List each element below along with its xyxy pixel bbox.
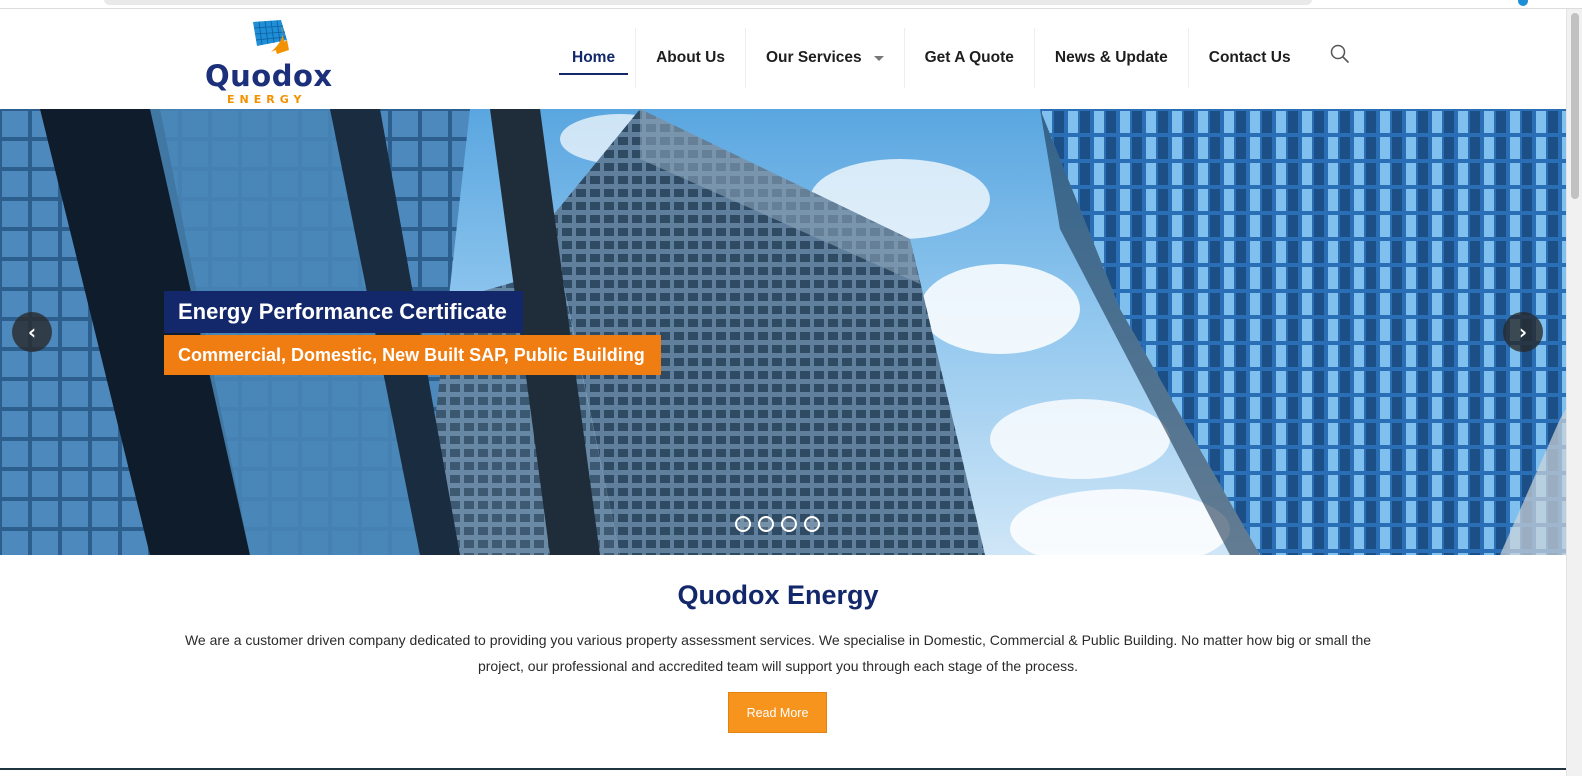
caret-down-icon bbox=[873, 55, 884, 61]
site-logo[interactable]: Quodox ENERGY bbox=[205, 18, 345, 106]
site-header: Quodox ENERGY Home About Us Our Services… bbox=[0, 10, 1566, 109]
slider-pagination bbox=[735, 516, 820, 532]
nav-item-label: Our Services bbox=[765, 49, 862, 66]
chevron-right-icon: › bbox=[1518, 320, 1528, 344]
read-more-button[interactable]: Read More bbox=[728, 692, 827, 733]
scrollbar-thumb[interactable] bbox=[1571, 13, 1579, 199]
solar-panel-logo-icon bbox=[253, 20, 289, 54]
nav-item-contact-us[interactable]: Contact Us bbox=[1189, 28, 1311, 88]
nav-item-home[interactable]: Home bbox=[552, 28, 637, 88]
hero-subtitle: Commercial, Domestic, New Built SAP, Pub… bbox=[164, 335, 661, 375]
nav-item-label: About Us bbox=[656, 49, 725, 66]
intro-text: We are a customer driven company dedicat… bbox=[184, 632, 1372, 674]
logo-tagline: ENERGY bbox=[227, 93, 307, 106]
profile-icon[interactable] bbox=[1518, 0, 1528, 6]
hero-title: Energy Performance Certificate bbox=[164, 291, 523, 333]
slider-dot-1[interactable] bbox=[735, 516, 751, 532]
slider-dot-3[interactable] bbox=[781, 516, 797, 532]
address-bar[interactable] bbox=[104, 0, 1312, 5]
nav-item-our-services[interactable]: Our Services bbox=[746, 28, 905, 88]
nav-item-label: Contact Us bbox=[1208, 49, 1291, 66]
slider-dot-4[interactable] bbox=[804, 516, 820, 532]
page-scrollbar[interactable] bbox=[1566, 9, 1582, 776]
slider-dot-2[interactable] bbox=[758, 516, 774, 532]
nav-item-label: Home bbox=[572, 49, 616, 66]
intro-title: Quodox Energy bbox=[677, 580, 879, 610]
hero-slider: Energy Performance Certificate Commercia… bbox=[0, 109, 1566, 555]
nav-item-get-a-quote[interactable]: Get A Quote bbox=[905, 28, 1035, 88]
nav-item-label: News & Update bbox=[1054, 49, 1168, 66]
bottom-divider bbox=[0, 768, 1566, 770]
chevron-left-icon: ‹ bbox=[27, 320, 37, 344]
nav-item-label: Get A Quote bbox=[924, 49, 1014, 66]
main-nav: Home About Us Our Services Get A Quote N… bbox=[552, 28, 1311, 88]
nav-item-about-us[interactable]: About Us bbox=[636, 28, 746, 88]
slider-prev-button[interactable]: ‹ bbox=[12, 312, 52, 352]
nav-item-news-update[interactable]: News & Update bbox=[1035, 28, 1189, 88]
slider-next-button[interactable]: › bbox=[1503, 312, 1543, 352]
browser-strip bbox=[0, 0, 1582, 9]
logo-wordmark: Quodox bbox=[205, 59, 333, 93]
search-icon[interactable] bbox=[1329, 43, 1351, 65]
